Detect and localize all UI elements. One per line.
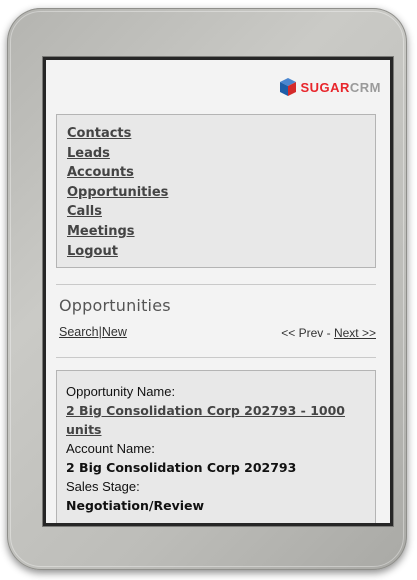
divider xyxy=(56,357,376,358)
opportunity-name-label: Opportunity Name: xyxy=(66,384,176,399)
account-name-value: 2 Big Consolidation Corp 202793 xyxy=(66,460,297,475)
list-actions: Search|New xyxy=(59,325,127,339)
record-detail: Opportunity Name: 2 Big Consolidation Co… xyxy=(56,370,376,523)
header: SUGAR CRM xyxy=(46,78,381,102)
action-separator: | xyxy=(98,325,102,339)
sugarcrm-logo: SUGAR CRM xyxy=(280,78,381,96)
nav-link-meetings[interactable]: Meetings xyxy=(67,222,375,242)
nav-link-leads[interactable]: Leads xyxy=(67,144,375,164)
logo-text-crm: CRM xyxy=(349,79,381,95)
nav-link-contacts[interactable]: Contacts xyxy=(67,124,375,144)
nav-link-accounts[interactable]: Accounts xyxy=(67,163,375,183)
nav-link-calls[interactable]: Calls xyxy=(67,202,375,222)
cube-logo-icon xyxy=(280,78,297,96)
divider xyxy=(56,284,376,285)
pager-separator: - xyxy=(326,326,331,340)
phone-frame: SUGAR CRM Contacts Leads Accounts Opportu… xyxy=(7,8,407,570)
main-nav: Contacts Leads Accounts Opportunities Ca… xyxy=(56,114,376,268)
pagination: << Prev - Next >> xyxy=(281,326,376,340)
sales-stage-value: Negotiation/Review xyxy=(66,498,205,513)
search-link[interactable]: Search xyxy=(59,325,99,339)
account-name-label: Account Name: xyxy=(66,441,155,456)
sales-stage-label: Sales Stage: xyxy=(66,479,140,494)
next-link[interactable]: Next >> xyxy=(334,326,376,340)
page-title: Opportunities xyxy=(59,296,171,315)
opportunity-name-link[interactable]: 2 Big Consolidation Corp 202793 - 1000 u… xyxy=(66,401,375,439)
prev-link: << Prev xyxy=(281,326,324,340)
phone-screen: SUGAR CRM Contacts Leads Accounts Opportu… xyxy=(43,57,393,526)
logo-text-sugar: SUGAR xyxy=(300,79,350,95)
nav-link-logout[interactable]: Logout xyxy=(67,242,375,262)
new-link[interactable]: New xyxy=(102,325,127,339)
nav-link-opportunities[interactable]: Opportunities xyxy=(67,183,375,203)
